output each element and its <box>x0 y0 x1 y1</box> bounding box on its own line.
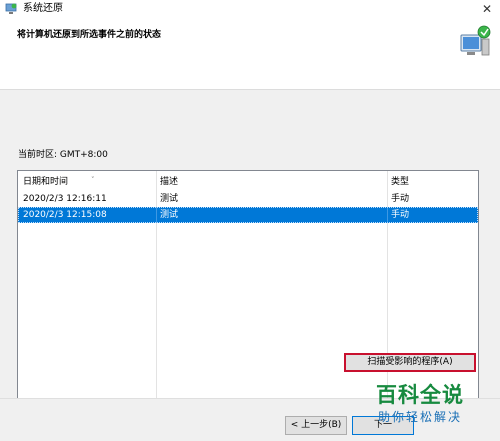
column-header-date-label: 日期和时间 <box>23 177 69 187</box>
column-header-type[interactable]: 类型 <box>391 176 409 188</box>
row-description: 测试 <box>160 194 179 204</box>
window-title: 系统还原 <box>23 3 63 14</box>
title-bar: 系统还原 ✕ <box>0 0 500 19</box>
sort-caret-icon: ˅ <box>91 176 95 184</box>
watermark-title: 百科全说 <box>376 383 464 407</box>
close-button[interactable]: ✕ <box>480 2 494 16</box>
table-row[interactable]: 2020/2/3 12:16:11 测试 手动 <box>18 191 478 207</box>
row-date: 2020/2/3 12:16:11 <box>23 194 107 204</box>
timezone-label: 当前时区: GMT+8:00 <box>18 150 108 160</box>
system-restore-icon <box>5 3 17 14</box>
row-type: 手动 <box>391 194 410 204</box>
header-panel: 将计算机还原到所选事件之前的状态 <box>0 19 500 90</box>
row-description: 测试 <box>160 210 179 220</box>
row-date: 2020/2/3 12:15:08 <box>23 210 107 220</box>
column-header-date[interactable]: 日期和时间 ˅ <box>23 176 95 188</box>
back-button[interactable]: < 上一步(B) <box>285 416 347 435</box>
watermark-logo: 百科全说 助你轻松解决 <box>370 380 482 432</box>
scan-affected-programs-button[interactable]: 扫描受影响的程序(A) <box>344 353 476 372</box>
column-header-description[interactable]: 描述 <box>160 176 178 188</box>
table-row-selected[interactable]: 2020/2/3 12:15:08 测试 手动 <box>18 207 478 223</box>
page-heading: 将计算机还原到所选事件之前的状态 <box>17 30 162 40</box>
watermark-subtitle: 助你轻松解决 <box>378 410 463 424</box>
restore-computer-icon <box>460 25 491 56</box>
row-type: 手动 <box>391 210 410 220</box>
content-panel: 当前时区: GMT+8:00 日期和时间 ˅ 描述 类型 2020/2/3 12… <box>0 90 500 424</box>
